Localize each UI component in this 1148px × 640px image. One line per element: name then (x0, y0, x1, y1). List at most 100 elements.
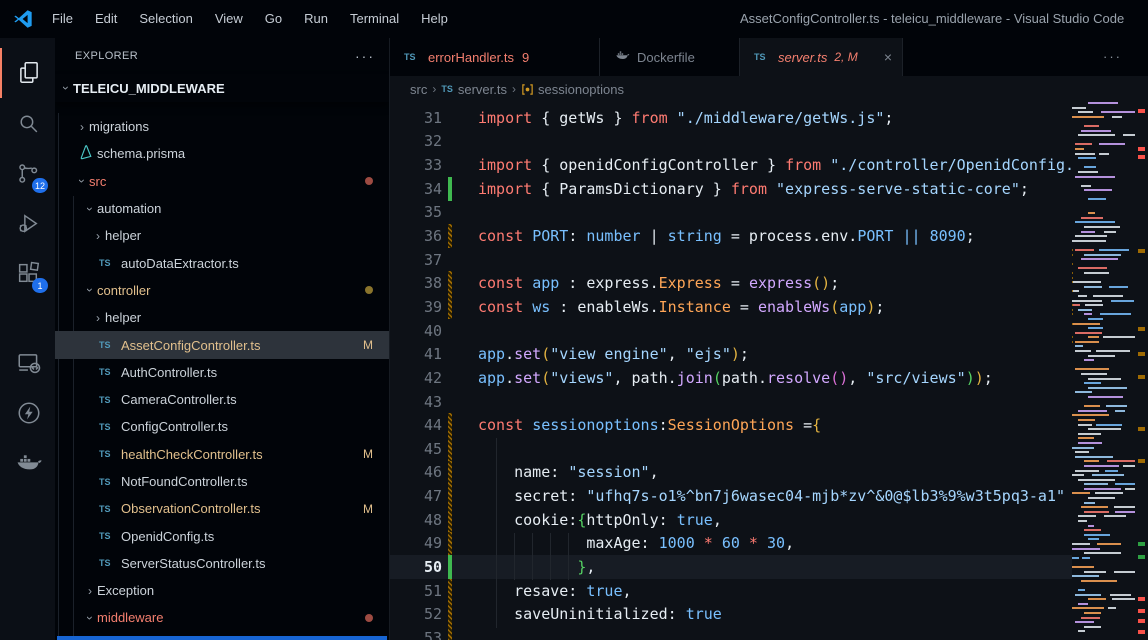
line-number[interactable]: 44 (390, 416, 442, 434)
activity-remote-explorer-icon[interactable] (0, 338, 55, 388)
tab-server-ts[interactable]: TSserver.ts2, M× (740, 38, 903, 76)
code-line-46[interactable]: 46 name: "session", (390, 461, 1072, 485)
line-number[interactable]: 36 (390, 227, 442, 245)
activity-extensions-icon[interactable]: 1 (0, 248, 55, 298)
breadcrumb: src›TSserver.ts›sessionoptions (390, 76, 1148, 102)
line-number[interactable]: 40 (390, 322, 442, 340)
line-number[interactable]: 43 (390, 393, 442, 411)
activity-run-debug-icon[interactable] (0, 198, 55, 248)
code-line-53[interactable]: 53 (390, 626, 1072, 640)
breadcrumb-item-server-ts[interactable]: TSserver.ts (441, 82, 507, 97)
tree-item-helper[interactable]: ›helper (55, 304, 389, 331)
activity-thunder-client-icon[interactable] (0, 388, 55, 438)
line-number[interactable]: 35 (390, 203, 442, 221)
tree-item-serverstatuscontroller-ts[interactable]: TSServerStatusController.ts (55, 550, 389, 577)
code-line-33[interactable]: 33import { openidConfigController } from… (390, 153, 1072, 177)
code-line-47[interactable]: 47 secret: "ufhq7s-o1%^bn7j6wasec04-mjb*… (390, 484, 1072, 508)
menu-go[interactable]: Go (254, 11, 293, 26)
tree-item-openidconfig-ts[interactable]: TSOpenidConfig.ts (55, 522, 389, 549)
line-number[interactable]: 33 (390, 156, 442, 174)
code-line-51[interactable]: 51 resave: true, (390, 579, 1072, 603)
tree-item-migrations[interactable]: ›migrations (55, 113, 389, 140)
code-line-39[interactable]: 39 const ws : enableWs.Instance = enableW… (390, 295, 1072, 319)
menu-terminal[interactable]: Terminal (339, 11, 410, 26)
minimap[interactable] (1072, 102, 1135, 640)
menu-file[interactable]: File (41, 11, 84, 26)
activity-files-icon[interactable] (0, 48, 55, 98)
tree-item-notfoundcontroller-ts[interactable]: TSNotFoundController.ts (55, 468, 389, 495)
code-line-43[interactable]: 43 (390, 390, 1072, 414)
activity-search-icon[interactable] (0, 98, 55, 148)
code-line-35[interactable]: 35 (390, 201, 1072, 225)
tree-item-authcontroller-ts[interactable]: TSAuthController.ts (55, 359, 389, 386)
code-line-42[interactable]: 42app.set("views", path.join(path.resolv… (390, 366, 1072, 390)
workspace-root-row[interactable]: › TELEICU_MIDDLEWARE (55, 74, 389, 102)
tree-item-observationcontroller-ts[interactable]: TSObservationController.tsM (55, 495, 389, 522)
breadcrumb-item-src[interactable]: src (410, 82, 427, 97)
breadcrumb-item-sessionoptions[interactable]: sessionoptions (521, 82, 624, 97)
activity-source-control-icon[interactable]: 12 (0, 148, 55, 198)
line-number[interactable]: 52 (390, 605, 442, 623)
code-line-48[interactable]: 48 cookie:{httpOnly: true, (390, 508, 1072, 532)
code-line-49[interactable]: 49 maxAge: 1000 * 60 * 30, (390, 532, 1072, 556)
menu-view[interactable]: View (204, 11, 254, 26)
code-line-50[interactable]: 50 }, (390, 555, 1072, 579)
code-line-40[interactable]: 40 (390, 319, 1072, 343)
menu-edit[interactable]: Edit (84, 11, 128, 26)
line-number[interactable]: 41 (390, 345, 442, 363)
tree-item-exception[interactable]: ›Exception (55, 577, 389, 604)
line-number[interactable]: 42 (390, 369, 442, 387)
line-number[interactable]: 34 (390, 180, 442, 198)
tree-item-automation[interactable]: ›automation (55, 195, 389, 222)
line-number[interactable]: 31 (390, 109, 442, 127)
code-line-38[interactable]: 38const app : express.Express = express(… (390, 271, 1072, 295)
line-number[interactable]: 50 (390, 558, 442, 576)
line-number[interactable]: 46 (390, 463, 442, 481)
tree-item-middleware[interactable]: ›middleware (55, 604, 389, 631)
line-number[interactable]: 47 (390, 487, 442, 505)
code-line-36[interactable]: 36const PORT: number | string = process.… (390, 224, 1072, 248)
tree-item-assetconfigcontroller-ts[interactable]: TSAssetConfigController.tsM (55, 331, 389, 358)
code-line-37[interactable]: 37 (390, 248, 1072, 272)
tree-item-cameracontroller-ts[interactable]: TSCameraController.ts (55, 386, 389, 413)
tree-item-schema-prisma[interactable]: schema.prisma (55, 140, 389, 167)
line-number[interactable]: 51 (390, 582, 442, 600)
tab-bar: TSerrorHandler.ts9DockerfileTSserver.ts2… (390, 38, 1148, 76)
line-number[interactable]: 39 (390, 298, 442, 316)
tree-item-configcontroller-ts[interactable]: TSConfigController.ts (55, 413, 389, 440)
tree-item-autodataextractor-ts[interactable]: TSautoDataExtractor.ts (55, 249, 389, 276)
menu-run[interactable]: Run (293, 11, 339, 26)
sidebar-horizontal-scrollbar[interactable] (57, 636, 387, 640)
code-line-34[interactable]: 34import { ParamsDictionary } from "expr… (390, 177, 1072, 201)
line-number[interactable]: 38 (390, 274, 442, 292)
code-text: name: "session", (478, 463, 659, 481)
tree-item-helper[interactable]: ›helper (55, 222, 389, 249)
typescript-file-icon: TS (404, 52, 426, 62)
tree-item-healthcheckcontroller-ts[interactable]: TShealthCheckController.tsM (55, 441, 389, 468)
code-rows: 31import { getWs } from "./middleware/ge… (390, 106, 1072, 640)
close-icon[interactable]: × (876, 49, 892, 65)
tab-dockerfile[interactable]: Dockerfile (600, 38, 740, 76)
activity-docker-icon[interactable] (0, 438, 55, 488)
tree-item-src[interactable]: ›src (55, 168, 389, 195)
code-line-31[interactable]: 31import { getWs } from "./middleware/ge… (390, 106, 1072, 130)
line-number[interactable]: 32 (390, 132, 442, 150)
code-line-45[interactable]: 45 (390, 437, 1072, 461)
code-line-32[interactable]: 32 (390, 130, 1072, 154)
menu-selection[interactable]: Selection (128, 11, 203, 26)
editor-more-actions-button[interactable]: ··· (1103, 38, 1122, 76)
explorer-more-actions-button[interactable]: ··· (355, 48, 375, 64)
line-number[interactable]: 49 (390, 534, 442, 552)
code-line-41[interactable]: 41app.set("view engine", "ejs"); (390, 342, 1072, 366)
tab-errorhandler-ts[interactable]: TSerrorHandler.ts9 (390, 38, 600, 76)
code-line-44[interactable]: 44const sessionoptions:SessionOptions ={ (390, 413, 1072, 437)
line-number[interactable]: 53 (390, 629, 442, 640)
menu-help[interactable]: Help (410, 11, 459, 26)
line-number[interactable]: 37 (390, 251, 442, 269)
code-line-52[interactable]: 52 saveUninitialized: true (390, 602, 1072, 626)
line-number[interactable]: 45 (390, 440, 442, 458)
git-gutter-indicator (448, 295, 452, 319)
code-text: const ws : enableWs.Instance = enableWs(… (478, 298, 884, 316)
tree-item-controller[interactable]: ›controller (55, 277, 389, 304)
line-number[interactable]: 48 (390, 511, 442, 529)
